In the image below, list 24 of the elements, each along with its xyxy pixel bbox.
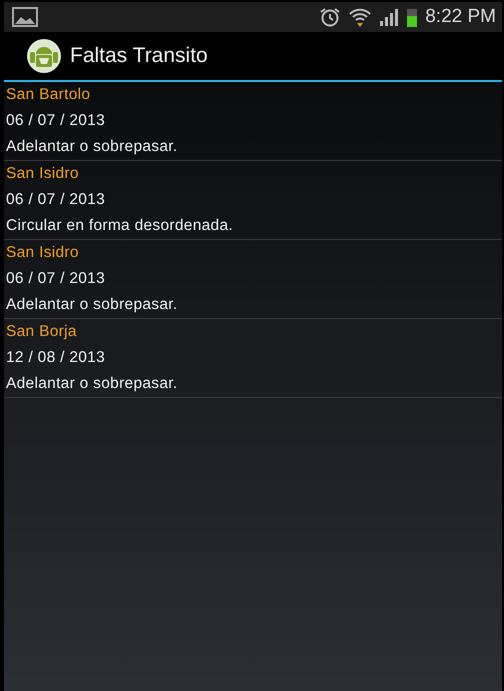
fine-list-item[interactable]: San Bartolo 06 / 07 / 2013 Adelantar o sobrepasar. (4, 82, 502, 161)
wifi-icon (349, 7, 372, 27)
place-name: San Borja (6, 322, 78, 342)
battery-icon (407, 7, 418, 27)
alarm-clock-icon (319, 7, 342, 27)
app-icon (26, 38, 62, 74)
offense-text: Adelantar o sobrepasar. (6, 295, 178, 315)
fine-date: 06 / 07 / 2013 (6, 190, 106, 210)
signal-icon (379, 8, 400, 26)
place-name: San Isidro (6, 243, 80, 263)
fine-list-item[interactable]: San Borja 12 / 08 / 2013 Adelantar o sobrepasar. (4, 319, 502, 398)
clock-time: 8:22 PM (425, 6, 496, 28)
fine-date: 12 / 08 / 2013 (6, 348, 106, 368)
app-title: Faltas Transito (70, 44, 208, 68)
fine-list-item[interactable]: San Isidro 06 / 07 / 2013 Circular en forma desordenada. (4, 161, 502, 240)
fine-date: 06 / 07 / 2013 (6, 111, 106, 131)
place-name: San Bartolo (6, 85, 92, 105)
fine-date: 06 / 07 / 2013 (6, 269, 106, 289)
image-icon (12, 7, 38, 27)
place-name: San Isidro (6, 164, 80, 184)
fine-list-item[interactable]: San Isidro 06 / 07 / 2013 Adelantar o sobrepasar. (4, 240, 502, 319)
offense-text: Circular en forma desordenada. (6, 216, 234, 236)
offense-text: Adelantar o sobrepasar. (6, 374, 178, 394)
offense-text: Adelantar o sobrepasar. (6, 137, 178, 157)
